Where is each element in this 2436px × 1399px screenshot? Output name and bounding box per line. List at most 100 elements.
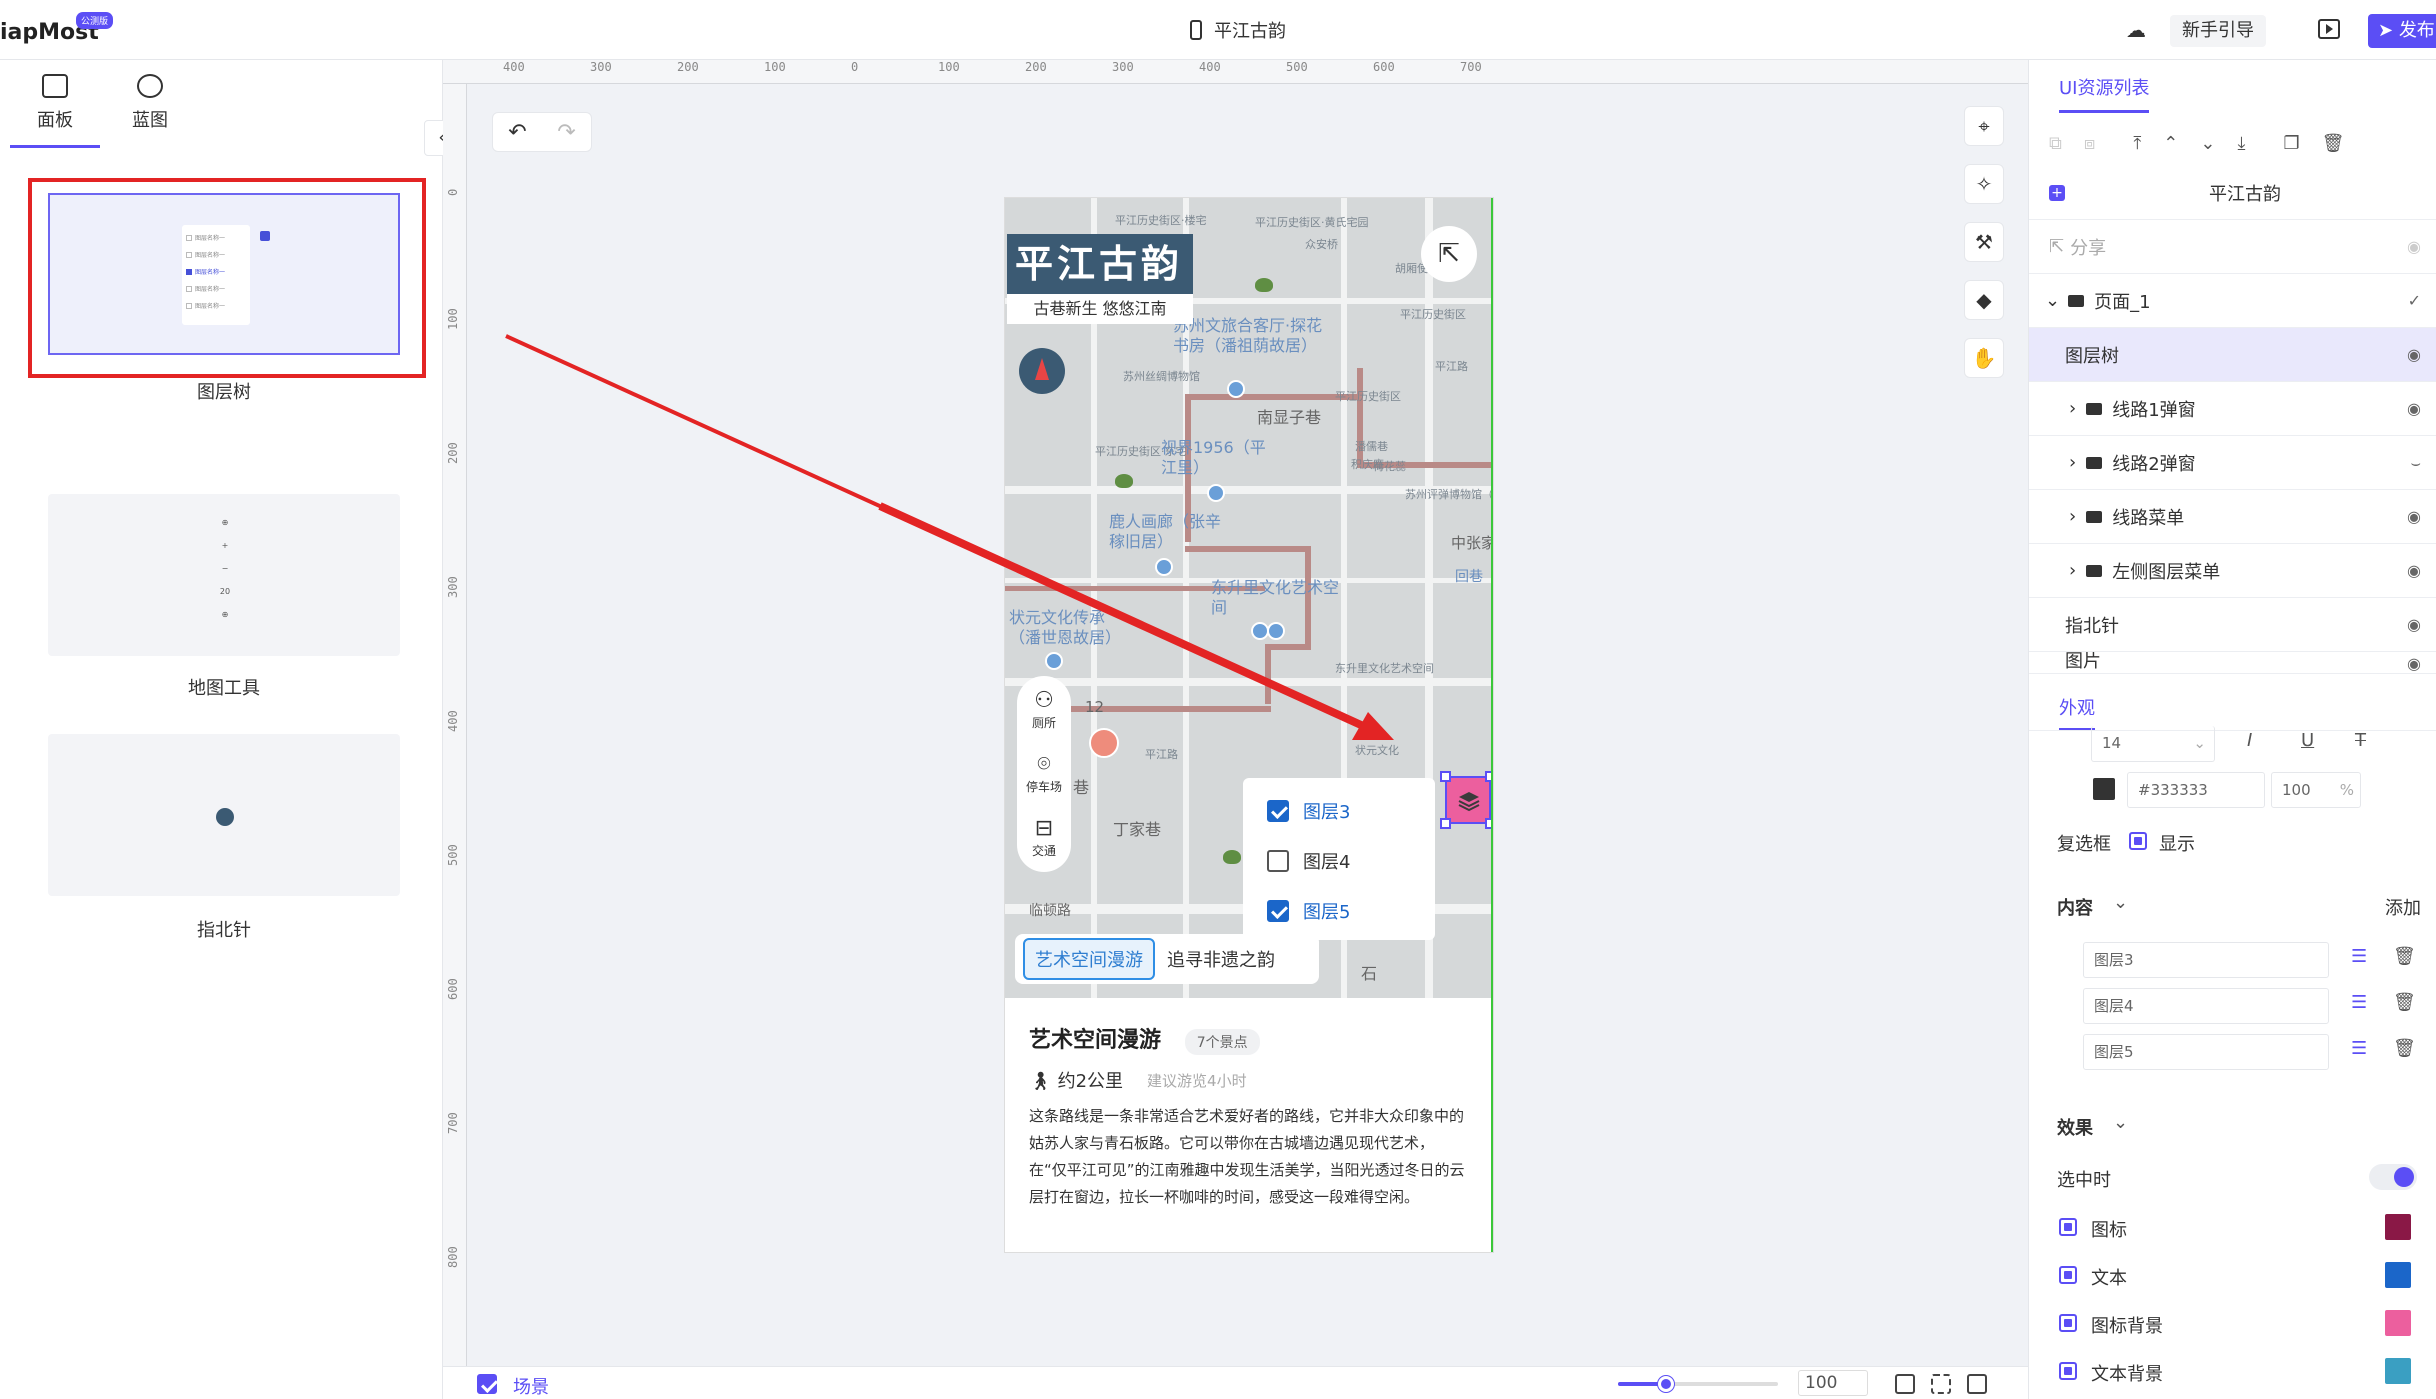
trash-icon[interactable]: 🗑︎ [2393, 946, 2416, 967]
move-top-icon[interactable]: ⤒ [2133, 133, 2141, 154]
checkbox-checked[interactable] [1267, 900, 1289, 922]
tree-item-image[interactable]: 图片 ◉ [2029, 652, 2436, 674]
content-item-input[interactable]: 图层4 [2083, 988, 2329, 1024]
icon-bg-swatch[interactable] [2385, 1310, 2411, 1336]
ui-resource-list-tab[interactable]: UI资源列表 [2059, 74, 2150, 113]
locate-icon[interactable]: ⌖ [1964, 106, 2004, 146]
zoom-input[interactable]: 100 % [1798, 1370, 1868, 1399]
text-color-checkbox[interactable] [2059, 1266, 2077, 1284]
zoom-slider[interactable] [1618, 1376, 1778, 1392]
poi-pin-icon[interactable] [1207, 484, 1225, 502]
facility-transport[interactable]: ⊟ 交通 [1017, 816, 1071, 859]
fit-width-icon[interactable] [1895, 1374, 1915, 1394]
font-size-select[interactable]: 14 ⌄ [2091, 726, 2215, 762]
route-tab-heritage[interactable]: 追寻非遗之韵 [1167, 946, 1275, 972]
text-color-swatch[interactable] [2385, 1262, 2411, 1288]
tab-panel[interactable]: 面板 [10, 68, 100, 148]
text-color-swatch[interactable] [2093, 778, 2115, 800]
delete-icon[interactable]: 🗑︎ [2322, 133, 2345, 154]
eye-icon[interactable]: ◉ [2407, 561, 2421, 580]
chevron-down-icon[interactable]: ⌄ [2113, 892, 2128, 913]
content-item-input[interactable]: 图层5 [2083, 1034, 2329, 1070]
tree-page[interactable]: ⌄ 页面_1 ✓ [2029, 274, 2436, 328]
cloud-sync-icon[interactable]: ☁ [2124, 18, 2148, 42]
settings-sliders-icon[interactable]: ☰ [2351, 946, 2367, 967]
thumbnail-map-tools[interactable]: ⊕ + − 20 ⊕ [48, 494, 400, 656]
show-checkbox[interactable] [2129, 832, 2147, 850]
add-icon[interactable]: + [2049, 184, 2065, 201]
checkbox-checked[interactable] [1267, 800, 1289, 822]
facility-parking[interactable]: ⌾ 停车场 [1017, 752, 1071, 795]
tab-blueprint[interactable]: 蓝图 [105, 68, 195, 148]
scene-checkbox[interactable] [477, 1374, 497, 1394]
hand-icon[interactable]: ✋ [1964, 338, 2004, 378]
magic-wand-icon[interactable]: ✧ [1964, 164, 2004, 204]
text-bg-swatch[interactable] [2385, 1358, 2411, 1384]
chevron-down-icon[interactable]: ⌄ [2045, 290, 2060, 311]
color-hex-input[interactable]: #333333 [2127, 772, 2265, 808]
thumbnail-layer-tree[interactable]: 图层名称一 图层名称一 图层名称一 图层名称一 图层名称一 [48, 193, 400, 355]
undo-icon[interactable]: ↶ [508, 120, 526, 145]
share-row[interactable]: ⇱ 分享 ◉ [2029, 220, 2436, 274]
chevron-down-icon[interactable]: ⌄ [2113, 1112, 2128, 1133]
resize-handle[interactable] [1440, 818, 1451, 829]
route-tab-art[interactable]: 艺术空间漫游 [1023, 938, 1155, 980]
group-icon[interactable]: ⧉ [2049, 133, 2062, 154]
satellite-icon[interactable]: ⚒ [1964, 222, 2004, 262]
italic-icon[interactable]: I [2247, 730, 2252, 751]
device-frame-icon[interactable] [1967, 1374, 1987, 1394]
chevron-right-icon[interactable]: › [2069, 452, 2076, 473]
eye-icon[interactable]: ◉ [2407, 237, 2421, 256]
facility-toilet[interactable]: ⚇ 厕所 [1017, 688, 1071, 731]
appearance-tab[interactable]: 外观 [2059, 694, 2095, 731]
layer-option-5[interactable]: 图层5 [1267, 898, 1350, 924]
settings-sliders-icon[interactable]: ☰ [2351, 992, 2367, 1013]
tree-root[interactable]: + 平江古韵 [2029, 166, 2436, 220]
compass-icon[interactable] [1019, 348, 1065, 394]
preview-icon[interactable] [2318, 19, 2340, 39]
poi-pin-icon[interactable] [1267, 622, 1285, 640]
layer-toggle-button[interactable] [1440, 771, 1493, 829]
icon-bg-checkbox[interactable] [2059, 1314, 2077, 1332]
settings-sliders-icon[interactable]: ☰ [2351, 1038, 2367, 1059]
check-icon[interactable]: ✓ [2408, 291, 2421, 310]
fit-screen-icon[interactable] [1931, 1374, 1951, 1394]
eye-icon[interactable]: ◉ [2407, 615, 2421, 634]
eye-icon[interactable]: ◉ [2407, 507, 2421, 526]
layer-option-3[interactable]: 图层3 [1267, 798, 1350, 824]
tree-item-route2-popup[interactable]: › 线路2弹窗 ⌣ [2029, 436, 2436, 490]
selected-state-toggle[interactable] [2369, 1164, 2417, 1190]
content-item-input[interactable]: 图层3 [2083, 942, 2329, 978]
trash-icon[interactable]: 🗑︎ [2393, 1038, 2416, 1059]
eye-icon[interactable]: ◉ [2407, 345, 2421, 364]
layer-option-4[interactable]: 图层4 [1267, 848, 1350, 874]
move-up-icon[interactable]: ⌃ [2163, 133, 2178, 154]
poi-pin-icon[interactable] [1227, 380, 1245, 398]
publish-button[interactable]: ➤ 发布 [2368, 14, 2436, 48]
move-down-icon[interactable]: ⌄ [2200, 133, 2215, 154]
copy-icon[interactable]: ❐ [2283, 133, 2299, 154]
eye-hidden-icon[interactable]: ⌣ [2410, 453, 2421, 473]
tree-item-compass[interactable]: 指北针 ◉ [2029, 598, 2436, 652]
move-bottom-icon[interactable]: ⤓ [2237, 133, 2245, 154]
redo-icon[interactable]: ↷ [557, 120, 575, 145]
checkbox-unchecked[interactable] [1267, 850, 1289, 872]
share-icon[interactable]: ⇱ [1421, 226, 1477, 282]
tree-item-route-menu[interactable]: › 线路菜单 ◉ [2029, 490, 2436, 544]
icon-color-checkbox[interactable] [2059, 1218, 2077, 1236]
zoom-slider-knob[interactable] [1658, 1376, 1674, 1392]
cube-icon[interactable]: ◆ [1964, 280, 2004, 320]
chevron-right-icon[interactable]: › [2069, 560, 2076, 581]
chevron-right-icon[interactable]: › [2069, 506, 2076, 527]
tree-item-layer-tree[interactable]: 图层树 ◉ [2029, 328, 2436, 382]
underline-icon[interactable]: U [2301, 730, 2314, 751]
tree-item-route1-popup[interactable]: › 线路1弹窗 ◉ [2029, 382, 2436, 436]
eye-icon[interactable]: ◉ [2407, 399, 2421, 418]
tree-item-left-layer-menu[interactable]: › 左侧图层菜单 ◉ [2029, 544, 2436, 598]
opacity-input[interactable]: 100 % [2271, 772, 2361, 808]
text-bg-checkbox[interactable] [2059, 1362, 2077, 1380]
poi-pin-icon[interactable] [1045, 652, 1063, 670]
eye-icon[interactable]: ◉ [2407, 654, 2421, 673]
poi-pin-icon[interactable] [1155, 558, 1173, 576]
resize-handle[interactable] [1440, 771, 1451, 782]
